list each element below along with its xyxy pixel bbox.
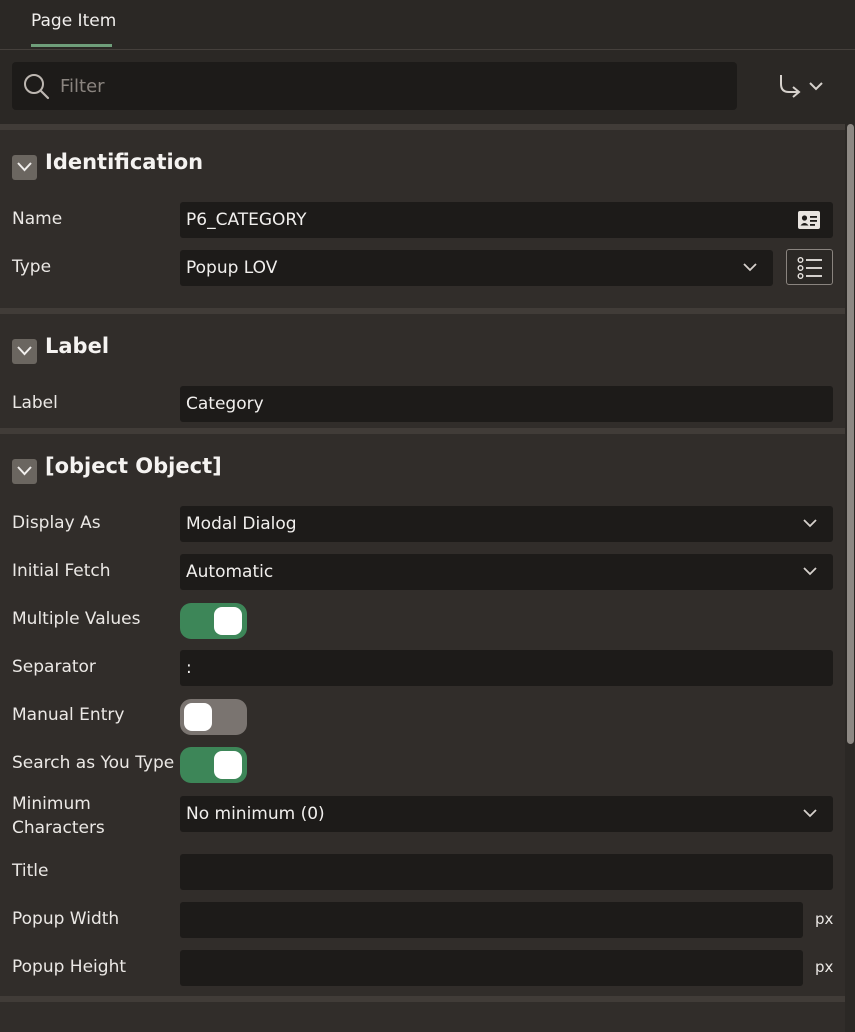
property-label-text: Label Category (0, 380, 845, 428)
unit-label: px (815, 958, 834, 976)
property-display-as: Display As Modal Dialog (0, 500, 845, 548)
property-title: Title (0, 848, 845, 896)
label-line: Characters (12, 818, 105, 838)
collapse-chevron-icon[interactable] (12, 155, 37, 180)
property-label: Type (12, 257, 52, 277)
label-value: Category (186, 394, 264, 414)
property-label: Search as You Type (12, 753, 175, 773)
property-label: Title (12, 861, 49, 881)
initial-fetch-value: Automatic (186, 562, 274, 582)
section-header-label[interactable]: Label (0, 314, 845, 380)
popup-height-field[interactable] (180, 950, 803, 986)
popup-width-field[interactable] (180, 902, 803, 938)
property-type: Type Popup LOV (0, 244, 845, 292)
go-to-group-button[interactable] (772, 70, 832, 104)
unit-label: px (815, 910, 834, 928)
property-label: Display As (12, 513, 101, 533)
collapse-chevron-icon[interactable] (12, 459, 37, 484)
property-popup-height: Popup Height px (0, 944, 845, 992)
tab-page-item[interactable]: Page Item (31, 0, 116, 48)
minimum-characters-value: No minimum (0) (186, 804, 325, 824)
property-separator: Separator : (0, 644, 845, 692)
section-header-settings[interactable]: [object Object] (0, 434, 845, 500)
title-field[interactable] (180, 854, 833, 890)
list-icon (797, 257, 822, 280)
separator-field[interactable]: : (180, 650, 833, 686)
section-divider (0, 996, 845, 1002)
property-minimum-characters: Minimum Characters No minimum (0) (0, 788, 845, 842)
search-as-you-type-toggle[interactable] (180, 747, 247, 783)
display-as-select[interactable]: Modal Dialog (180, 506, 833, 542)
manual-entry-toggle[interactable] (180, 699, 247, 735)
property-name: Name P6_CATEGORY (0, 196, 845, 244)
filter-input[interactable] (60, 62, 720, 110)
property-label: Label (12, 393, 58, 413)
section-title: [object Object] (45, 454, 222, 478)
section-header-identification[interactable]: Identification (0, 130, 845, 196)
chevron-down-icon (803, 519, 817, 528)
property-search-as-you-type: Search as You Type (0, 740, 845, 788)
property-manual-entry: Manual Entry (0, 692, 845, 740)
label-field[interactable]: Category (180, 386, 833, 422)
name-field[interactable]: P6_CATEGORY (180, 202, 833, 238)
chevron-down-icon (743, 263, 757, 272)
vertical-scrollbar[interactable] (845, 124, 855, 1032)
chevron-down-icon (803, 809, 817, 818)
property-popup-width: Popup Width px (0, 896, 845, 944)
property-label: Multiple Values (12, 609, 141, 629)
property-label: Popup Height (12, 957, 127, 977)
scrollbar-thumb[interactable] (847, 124, 854, 744)
id-card-icon[interactable] (797, 210, 821, 230)
chevron-down-icon (803, 567, 817, 576)
tab-bar: Page Item (0, 0, 855, 50)
collapse-chevron-icon[interactable] (12, 339, 37, 364)
property-label: Name (12, 209, 63, 229)
toggle-knob (214, 607, 242, 635)
property-multiple-values: Multiple Values (0, 596, 845, 644)
property-label: Separator (12, 657, 96, 677)
chevron-down-icon (809, 82, 823, 91)
label-line: Minimum (12, 794, 91, 814)
toggle-knob (214, 751, 242, 779)
separator-value: : (186, 658, 192, 678)
property-label: Initial Fetch (12, 561, 111, 581)
toggle-knob (184, 703, 212, 731)
active-tab-indicator (31, 44, 112, 47)
properties-panel: Identification Name P6_CATEGORY Type Pop… (0, 124, 845, 1032)
filter-box (12, 62, 737, 110)
property-label: Manual Entry (12, 705, 125, 725)
property-label: Minimum Characters (12, 792, 172, 840)
display-as-value: Modal Dialog (186, 514, 297, 534)
multiple-values-toggle[interactable] (180, 603, 247, 639)
section-title: Identification (45, 150, 204, 174)
initial-fetch-select[interactable]: Automatic (180, 554, 833, 590)
type-value: Popup LOV (186, 258, 278, 278)
section-title: Label (45, 334, 110, 358)
type-select[interactable]: Popup LOV (180, 250, 773, 286)
property-editor: Page Item Identificati (0, 0, 855, 1032)
search-icon (24, 74, 50, 100)
property-label: Popup Width (12, 909, 120, 929)
property-initial-fetch: Initial Fetch Automatic (0, 548, 845, 596)
minimum-characters-select[interactable]: No minimum (0) (180, 796, 833, 832)
filter-bar (0, 50, 855, 124)
name-value: P6_CATEGORY (186, 210, 307, 230)
type-list-button[interactable] (786, 249, 833, 285)
